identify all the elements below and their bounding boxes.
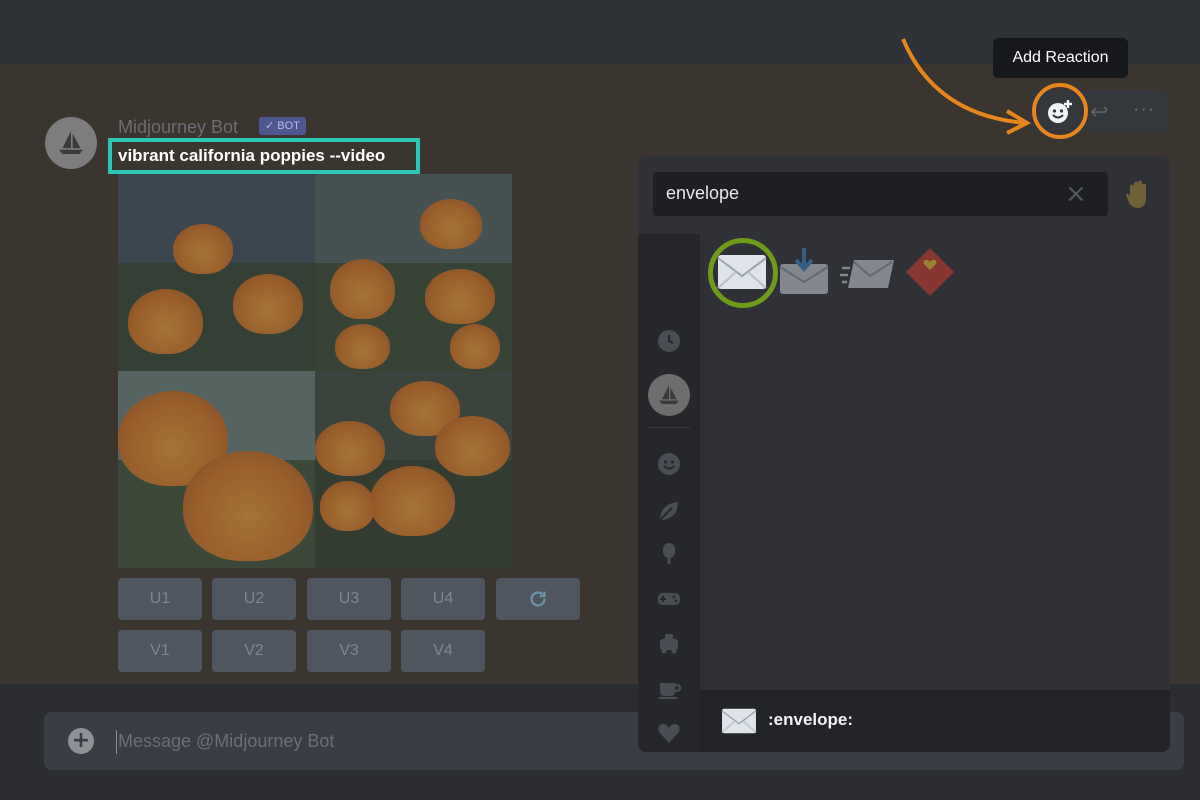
variation-button-4[interactable]: V4: [401, 630, 485, 672]
emoji-preview-footer: :envelope:: [700, 690, 1170, 752]
image-grid[interactable]: [118, 174, 512, 568]
upscale-button-3[interactable]: U3: [307, 578, 391, 620]
reroll-button[interactable]: [496, 578, 580, 620]
skin-tone-icon[interactable]: [1122, 176, 1158, 212]
image-tile[interactable]: [315, 371, 512, 568]
variation-button-1[interactable]: V1: [118, 630, 202, 672]
image-tile[interactable]: [118, 174, 315, 371]
upscale-button-4[interactable]: U4: [401, 578, 485, 620]
love-letter-emoji-icon: [906, 248, 954, 296]
bot-avatar[interactable]: [45, 117, 97, 169]
activity-category-icon[interactable]: [656, 585, 682, 611]
bot-badge-label: BOT: [277, 120, 300, 132]
clear-search-icon[interactable]: ×: [1065, 179, 1087, 209]
upscale-button-2[interactable]: U2: [212, 578, 296, 620]
reply-icon[interactable]: ↩: [1090, 100, 1116, 125]
selected-emoji-ring: [708, 238, 778, 308]
emoji-result-incoming-envelope[interactable]: [774, 242, 834, 302]
variation-button-2[interactable]: V2: [212, 630, 296, 672]
add-attachment-icon[interactable]: +: [68, 728, 94, 754]
recent-icon[interactable]: [656, 328, 682, 354]
sailboat-icon: [59, 131, 83, 155]
emoji-picker-header: envelope ×: [638, 156, 1170, 235]
nature-category-icon[interactable]: [656, 498, 682, 524]
bot-badge: ✓ BOT: [259, 117, 306, 135]
image-tile[interactable]: [315, 174, 512, 371]
emoji-picker: envelope ×:envelope:: [638, 156, 1170, 752]
refresh-icon: [530, 591, 546, 607]
travel-category-icon[interactable]: [656, 630, 682, 656]
emoji-results: [700, 234, 1170, 690]
emoji-result-love-letter[interactable]: [900, 242, 960, 302]
message-input-placeholder: Message @Midjourney Bot: [118, 731, 335, 751]
incoming-envelope-emoji-icon: [779, 248, 829, 294]
emoji-preview-name: :envelope:: [768, 710, 854, 729]
smiley-category-icon[interactable]: [656, 451, 682, 477]
image-tile[interactable]: [118, 371, 315, 568]
emoji-search-input[interactable]: envelope ×: [653, 172, 1108, 216]
upscale-button-1[interactable]: U1: [118, 578, 202, 620]
emoji-result-e-mail[interactable]: [838, 242, 898, 302]
e-mail-emoji-icon: [840, 260, 894, 288]
server-emoji-avatar[interactable]: [648, 374, 690, 416]
envelope-preview-icon: [721, 708, 757, 734]
category-divider: [648, 427, 690, 428]
variation-button-3[interactable]: V3: [307, 630, 391, 672]
emoji-search-value: envelope: [666, 183, 740, 203]
text-caret: [116, 730, 117, 754]
symbols-category-icon[interactable]: [656, 720, 682, 746]
sailboat-icon: [659, 385, 679, 405]
message-username[interactable]: Midjourney Bot: [118, 117, 238, 138]
food-category-icon[interactable]: [656, 540, 682, 566]
more-options-icon[interactable]: ···: [1133, 98, 1155, 122]
emoji-category-sidebar: [638, 234, 700, 752]
reaction-highlight-ring: [1032, 83, 1088, 139]
pointer-arrow: [901, 38, 1032, 135]
objects-category-icon[interactable]: [656, 675, 682, 701]
message-prompt: vibrant california poppies --video: [108, 138, 420, 174]
